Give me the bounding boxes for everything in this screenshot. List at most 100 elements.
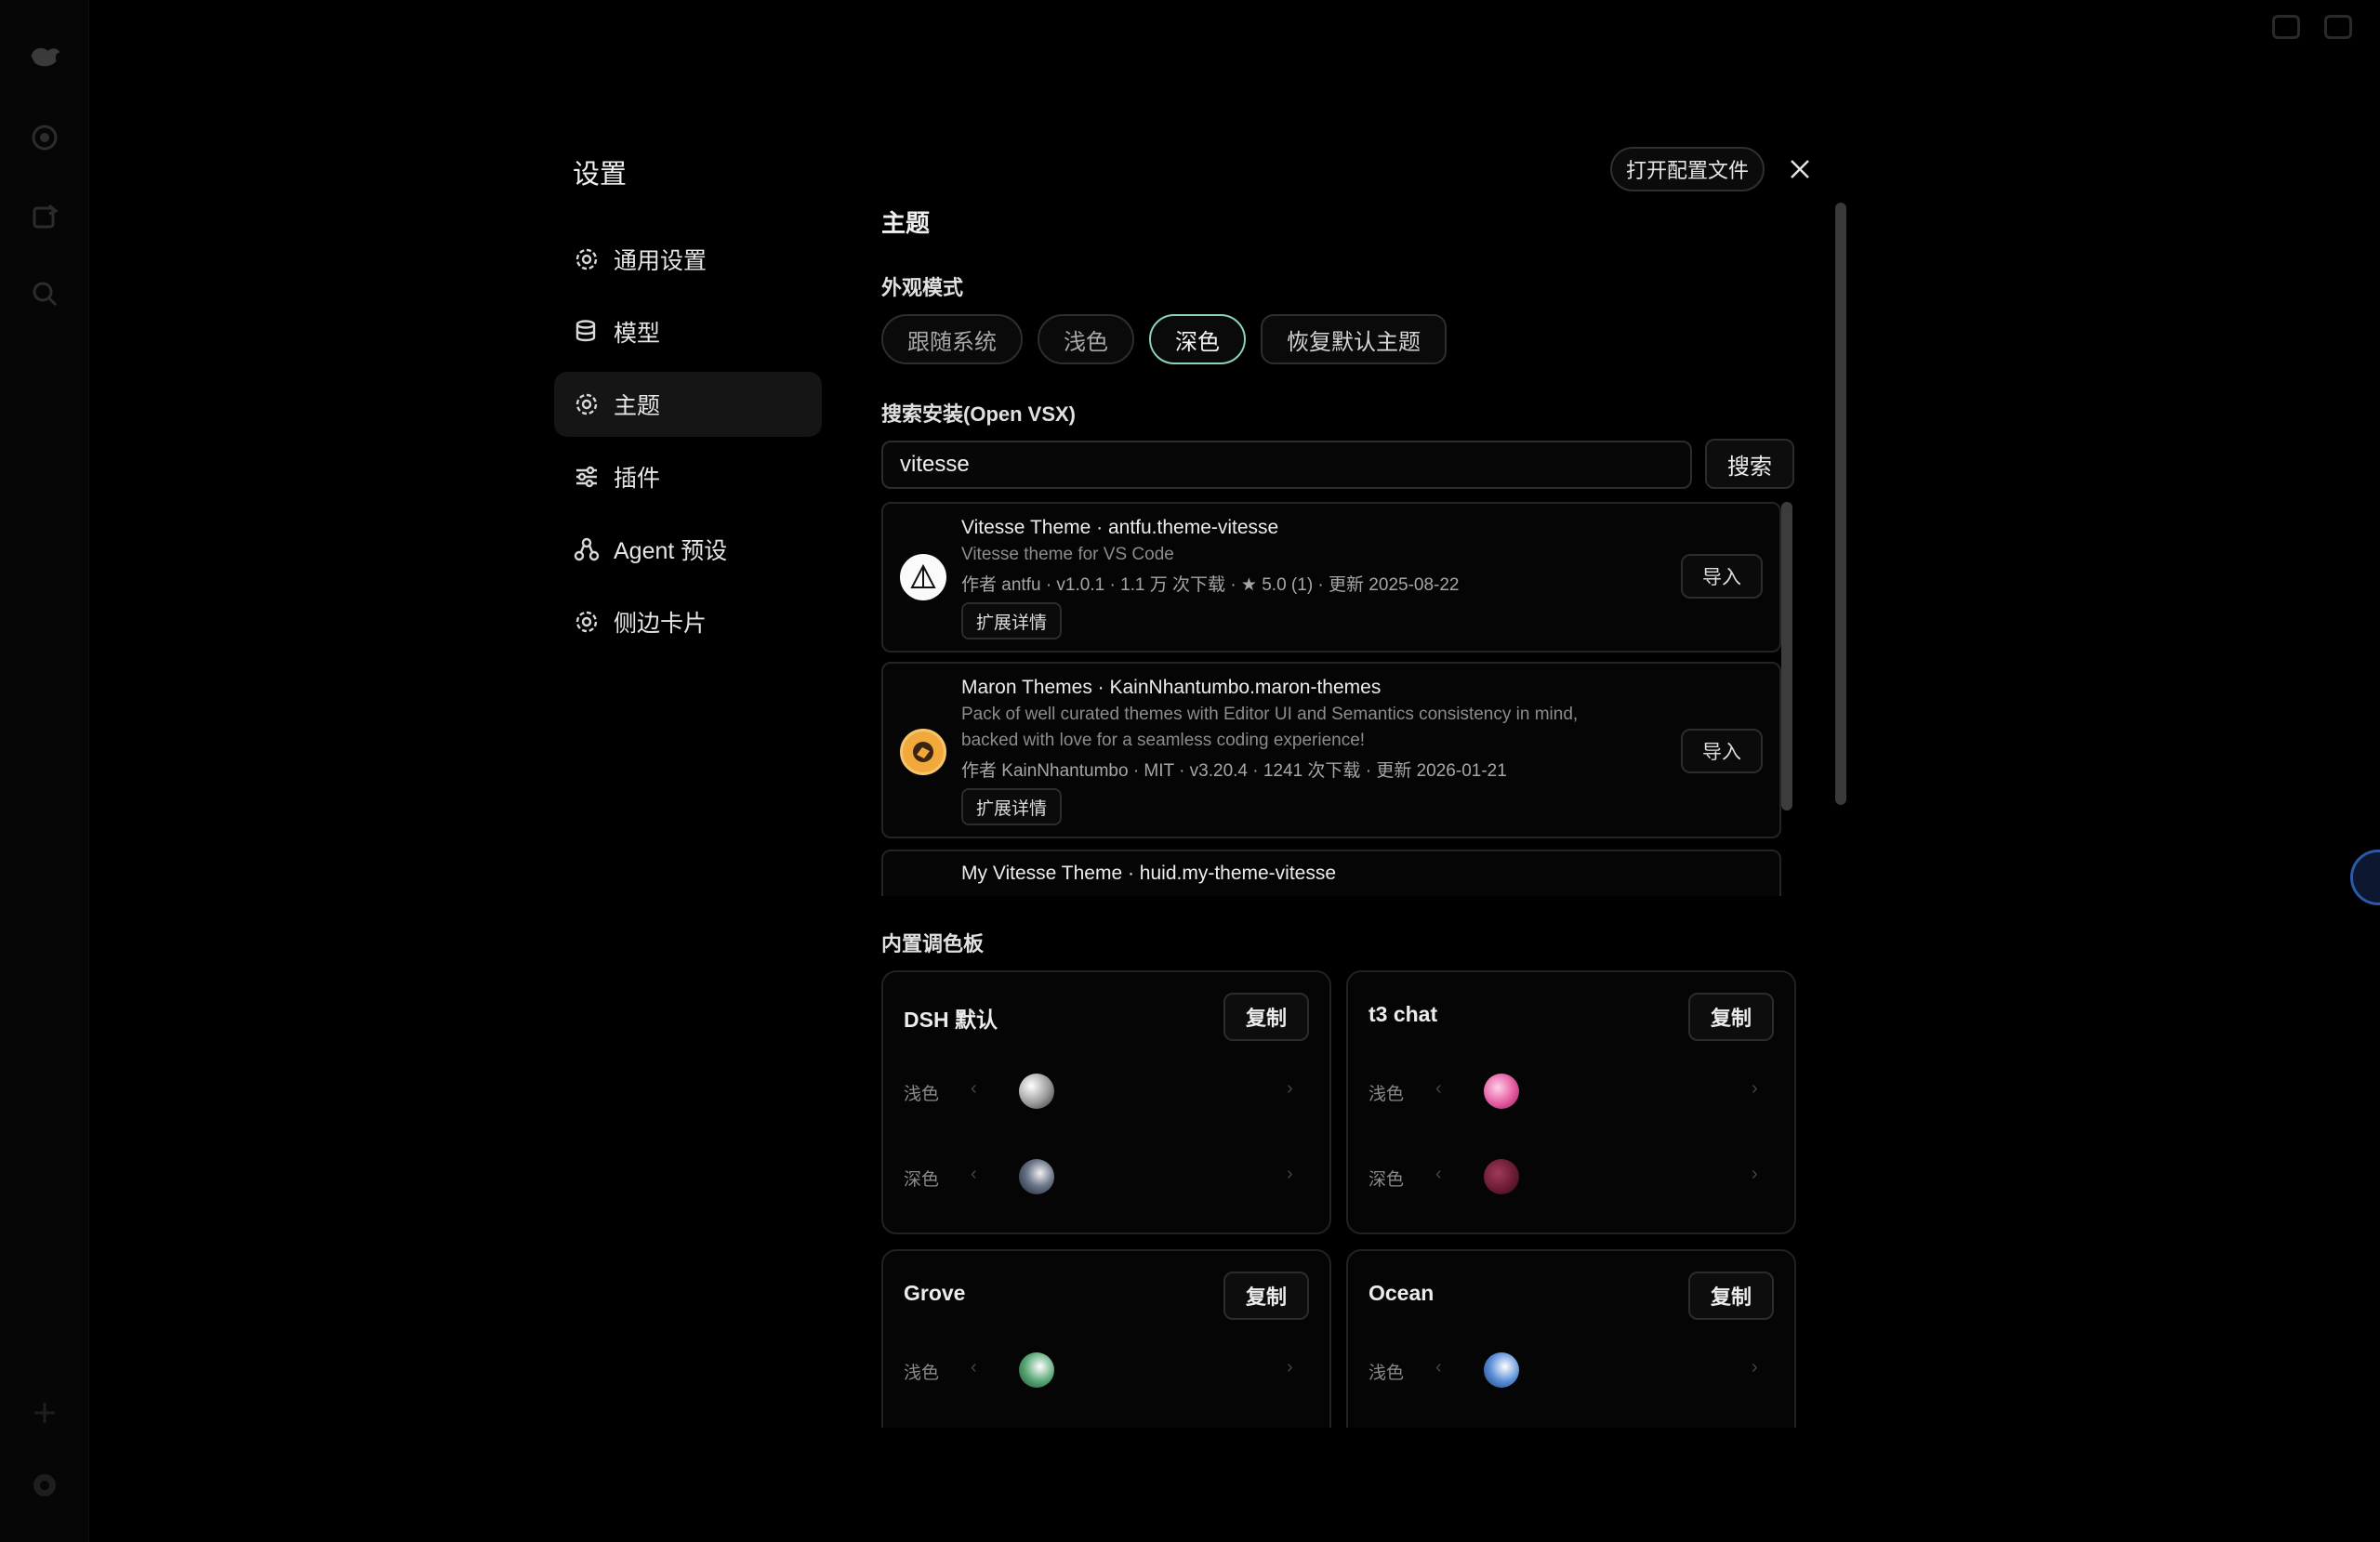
extension-meta: 作者 antfu · v1.0.1 · 1.1 万 次下载 · ★ 5.0 (1… [961, 575, 1460, 595]
results-scrollbar[interactable] [1781, 502, 1792, 811]
color-swatch[interactable] [1484, 1159, 1519, 1194]
nav-item-side-cards[interactable]: 侧边卡片 [554, 589, 822, 654]
chevron-left-icon[interactable]: ‹ [971, 1078, 977, 1100]
palette-row: 浅色 ‹ › [1368, 1351, 1778, 1389]
import-button[interactable]: 导入 [1681, 729, 1763, 773]
chevron-left-icon[interactable]: ‹ [1435, 1078, 1442, 1100]
home-icon[interactable] [28, 121, 61, 154]
palette-row-label: 深色 [904, 1170, 940, 1190]
nav-item-label: 模型 [614, 321, 661, 347]
nav-item-label: 侧边卡片 [614, 611, 707, 637]
vitesse-logo-icon [900, 554, 946, 600]
chevron-left-icon[interactable]: ‹ [971, 1164, 977, 1185]
sidebar-toggle-icon[interactable] [2272, 15, 2300, 39]
extension-description: Pack of well curated themes with Editor … [961, 705, 1579, 724]
settings-scrollbar[interactable] [1835, 203, 1846, 805]
theme-heading: 主题 [881, 209, 931, 237]
add-icon[interactable] [28, 1396, 61, 1430]
refresh-icon[interactable] [28, 201, 61, 234]
chevron-right-icon[interactable]: › [1287, 1078, 1293, 1100]
chevron-left-icon[interactable]: ‹ [971, 1357, 977, 1378]
gear-icon [573, 608, 601, 636]
mode-follow-system-button[interactable]: 跟随系统 [881, 314, 1023, 364]
chevron-right-icon[interactable]: › [1752, 1164, 1758, 1185]
extension-meta: 作者 KainNhantumbo · MIT · v3.20.4 · 1241 … [961, 761, 1507, 781]
list-item: Maron Themes · KainNhantumbo.maron-theme… [881, 662, 1781, 838]
agent-icon [573, 535, 601, 563]
palette-name: DSH 默认 [904, 1008, 998, 1032]
mode-light-button[interactable]: 浅色 [1038, 314, 1134, 364]
reset-theme-button[interactable]: 恢复默认主题 [1261, 314, 1447, 364]
settings-icon[interactable] [28, 1469, 61, 1502]
maron-logo-icon [900, 729, 946, 775]
palette-row-label: 浅色 [1368, 1364, 1405, 1383]
palette-card: DSH 默认 复制 浅色 ‹ › 深色 ‹ › [881, 970, 1331, 1234]
app-logo-icon[interactable] [28, 41, 61, 74]
nav-item-label: Agent 预设 [614, 538, 728, 564]
mode-dark-button[interactable]: 深色 [1149, 314, 1246, 364]
color-swatch[interactable] [1484, 1074, 1519, 1109]
palette-card: Grove 复制 浅色 ‹ › [881, 1249, 1331, 1428]
palette-row-label: 浅色 [904, 1364, 940, 1383]
search-button[interactable]: 搜索 [1705, 439, 1794, 489]
search-install-label: 搜索安装(Open VSX) [881, 402, 1077, 426]
panel-toggle-icon[interactable] [2324, 15, 2352, 39]
color-swatch[interactable] [1019, 1159, 1054, 1194]
nav-item-label: 主题 [614, 393, 661, 419]
palette-grid: DSH 默认 复制 浅色 ‹ › 深色 ‹ › t3 chat 复制 浅色 ‹ … [881, 970, 1796, 1428]
extension-results-list[interactable]: Vitesse Theme · antfu.theme-vitesse Vite… [881, 502, 1781, 896]
search-icon[interactable] [28, 277, 61, 310]
appearance-mode-label: 外观模式 [881, 276, 964, 299]
chevron-right-icon[interactable]: › [1287, 1357, 1293, 1378]
palette-row-label: 深色 [1368, 1170, 1405, 1190]
palette-row-label: 浅色 [1368, 1085, 1405, 1104]
nav-item-plugins[interactable]: 插件 [554, 444, 822, 509]
copy-palette-button[interactable]: 复制 [1223, 1272, 1309, 1320]
nav-item-agent-presets[interactable]: Agent 预设 [554, 517, 822, 582]
nav-item-label: 插件 [614, 466, 661, 492]
builtin-palettes-label: 内置调色板 [881, 932, 985, 956]
open-config-button[interactable]: 打开配置文件 [1610, 147, 1765, 191]
sliders-icon [573, 463, 601, 491]
color-swatch[interactable] [1019, 1352, 1054, 1388]
extension-description: backed with love for a seamless coding e… [961, 731, 1366, 750]
floating-action-icon[interactable] [2350, 850, 2380, 905]
palette-row-label: 浅色 [904, 1085, 940, 1104]
extension-details-button[interactable]: 扩展详情 [961, 602, 1063, 639]
palette-name: Grove [904, 1281, 966, 1305]
copy-palette-button[interactable]: 复制 [1223, 993, 1309, 1041]
palette-name: t3 chat [1368, 1002, 1438, 1026]
nav-item-models[interactable]: 模型 [554, 299, 822, 364]
color-swatch[interactable] [1484, 1352, 1519, 1388]
import-button[interactable]: 导入 [1681, 554, 1763, 599]
list-item: Vitesse Theme · antfu.theme-vitesse Vite… [881, 502, 1781, 652]
nav-item-theme[interactable]: 主题 [554, 372, 822, 437]
extension-title: My Vitesse Theme · huid.my-theme-vitesse [961, 863, 1337, 884]
chevron-left-icon[interactable]: ‹ [1435, 1164, 1442, 1185]
settings-title: 设置 [573, 160, 628, 190]
color-swatch[interactable] [1019, 1074, 1054, 1109]
palette-row: 浅色 ‹ › [1368, 1073, 1778, 1110]
gear-icon [573, 245, 601, 273]
nav-item-general[interactable]: 通用设置 [554, 227, 822, 292]
extension-search-input[interactable]: vitesse [881, 441, 1692, 489]
chevron-right-icon[interactable]: › [1287, 1164, 1293, 1185]
list-item: My Vitesse Theme · huid.my-theme-vitesse [881, 850, 1781, 896]
copy-palette-button[interactable]: 复制 [1688, 1272, 1774, 1320]
extension-details-button[interactable]: 扩展详情 [961, 788, 1063, 825]
palette-row: 浅色 ‹ › [904, 1351, 1313, 1389]
database-icon [573, 318, 601, 346]
settings-nav: 通用设置 模型 主题 插件 Agent 预设 侧边卡片 [554, 227, 822, 662]
palette-row: 浅色 ‹ › [904, 1073, 1313, 1110]
palette-row: 深色 ‹ › [1368, 1158, 1778, 1195]
close-icon[interactable] [1783, 151, 1817, 188]
extension-description: Vitesse theme for VS Code [961, 545, 1174, 564]
copy-palette-button[interactable]: 复制 [1688, 993, 1774, 1041]
nav-item-label: 通用设置 [614, 248, 707, 274]
gear-icon [573, 390, 601, 418]
extension-title: Maron Themes · KainNhantumbo.maron-theme… [961, 677, 1382, 698]
chevron-left-icon[interactable]: ‹ [1435, 1357, 1442, 1378]
palette-card: t3 chat 复制 浅色 ‹ › 深色 ‹ › [1346, 970, 1796, 1234]
chevron-right-icon[interactable]: › [1752, 1078, 1758, 1100]
chevron-right-icon[interactable]: › [1752, 1357, 1758, 1378]
